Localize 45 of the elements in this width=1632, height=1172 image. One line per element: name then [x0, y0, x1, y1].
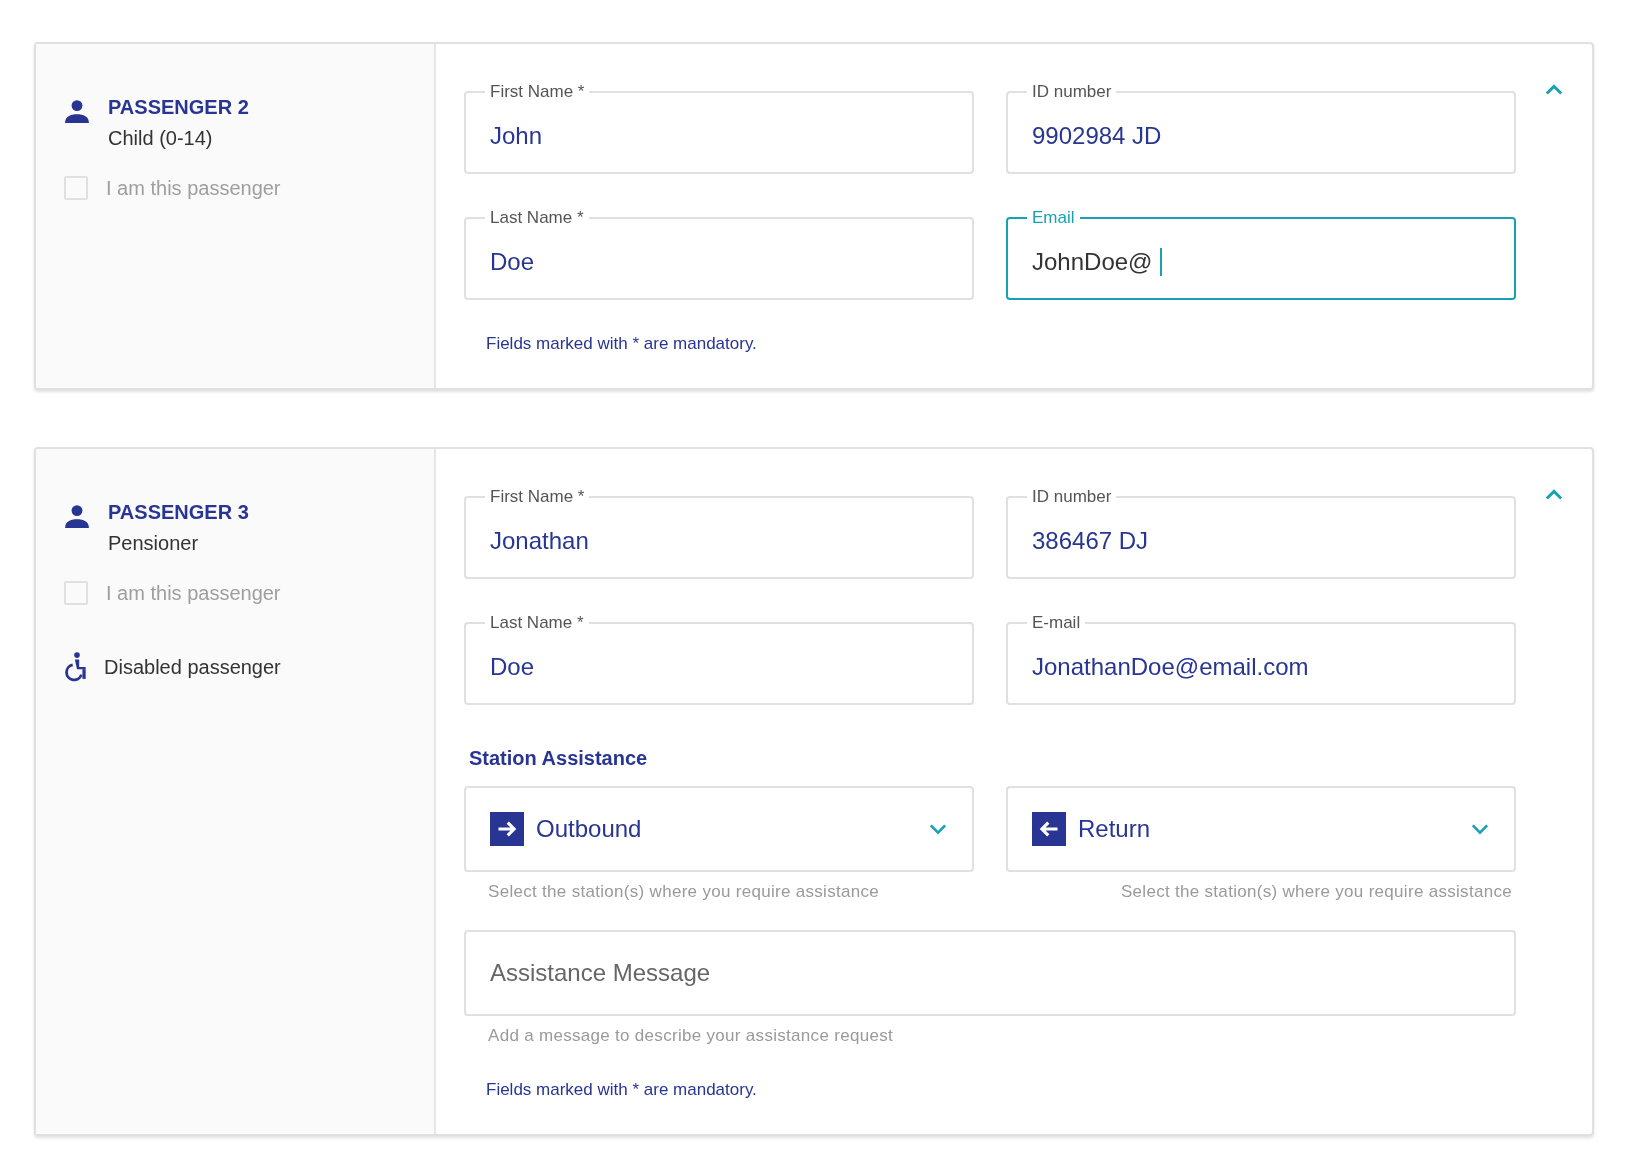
text-cursor — [1160, 248, 1163, 276]
station-select[interactable]: Outbound — [464, 786, 974, 872]
mandatory-note: Fields marked with * are mandatory. — [486, 334, 758, 354]
field-value: JohnDoe@ — [1032, 248, 1153, 276]
field-label: ID number — [1031, 82, 1113, 102]
field-value: JonathanDoe@email.com — [1032, 653, 1309, 681]
chevron-up-icon — [1544, 489, 1564, 501]
passenger-category: Pensioner — [108, 532, 200, 555]
field-value: John — [490, 122, 543, 150]
field-label: First Name * — [489, 82, 586, 102]
field-value: 9902984 JD — [1032, 122, 1162, 150]
section-heading: Station Assistance — [469, 747, 649, 770]
text-field[interactable]: Last Name * Doe — [464, 208, 974, 300]
helper-text: Add a message to describe your assistance request — [488, 1026, 894, 1046]
chevron-down-icon — [1470, 823, 1490, 835]
passenger-title: PASSENGER 2 — [108, 96, 249, 119]
helper-text: Select the station(s) where you require assistance — [488, 882, 881, 902]
disabled-passenger-label: Disabled passenger — [104, 655, 281, 679]
text-field[interactable]: E-mail JonathanDoe@email.com — [1006, 613, 1516, 705]
station-select[interactable]: Return — [1006, 786, 1516, 872]
field-label: Last Name * — [489, 613, 585, 633]
person-icon — [64, 98, 90, 124]
field-value: 386467 DJ — [1032, 527, 1149, 555]
chevron-up-icon — [1544, 84, 1564, 96]
field-value: Doe — [490, 248, 535, 276]
field-label: E-mail — [1031, 613, 1082, 633]
message-field[interactable]: Assistance Message — [464, 930, 1516, 1016]
person-icon — [64, 503, 90, 529]
field-value: Doe — [490, 653, 535, 681]
text-field[interactable]: ID number 386467 DJ — [1006, 487, 1516, 579]
field-label: First Name * — [489, 487, 586, 507]
chevron-down-icon — [928, 823, 948, 835]
passenger-title: PASSENGER 3 — [108, 501, 249, 524]
field-label: Email — [1031, 208, 1076, 228]
helper-text: Select the station(s) where you require assistance — [1119, 882, 1512, 902]
field-label: Last Name * — [489, 208, 585, 228]
text-field[interactable]: Last Name * Doe — [464, 613, 974, 705]
text-field[interactable]: First Name * Jonathan — [464, 487, 974, 579]
field-value: Jonathan — [490, 527, 589, 555]
passenger-category: Child (0-14) — [108, 127, 214, 150]
mandatory-note: Fields marked with * are mandatory. — [486, 1080, 758, 1100]
text-field[interactable]: ID number 9902984 JD — [1006, 82, 1516, 174]
text-field[interactable]: Email JohnDoe@ — [1006, 208, 1516, 300]
field-label: ID number — [1031, 487, 1113, 507]
text-field[interactable]: First Name * John — [464, 82, 974, 174]
